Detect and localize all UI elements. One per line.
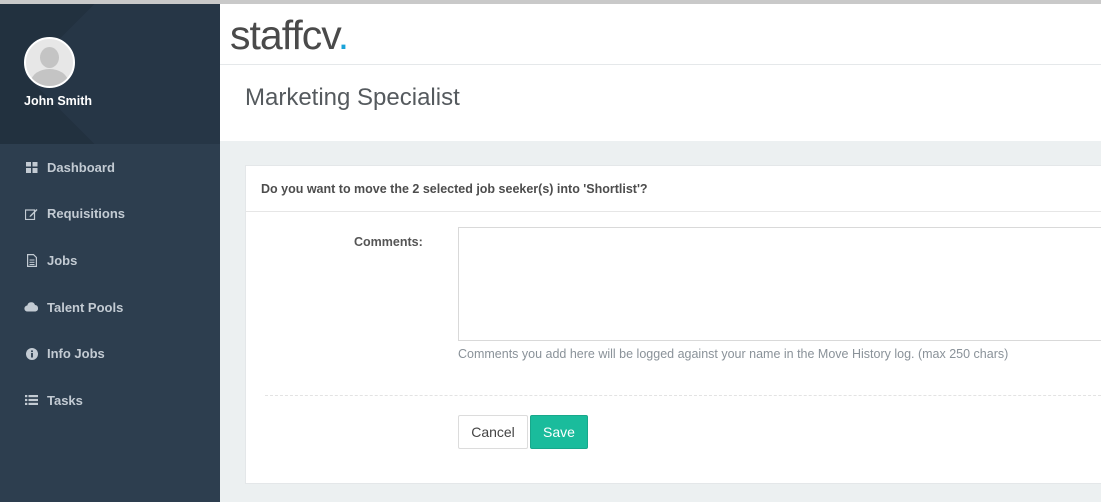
document-icon: [24, 253, 39, 267]
sidebar-item-dashboard[interactable]: Dashboard: [0, 144, 220, 191]
form-divider: [265, 395, 1101, 396]
sidebar-nav: Dashboard Requisitions Jobs Talent Pools…: [0, 144, 220, 424]
sidebar-item-jobs[interactable]: Jobs: [0, 237, 220, 284]
sidebar-item-label: Info Jobs: [47, 346, 105, 362]
panel-question: Do you want to move the 2 selected job s…: [246, 166, 1101, 212]
sidebar-item-label: Talent Pools: [47, 299, 124, 315]
sidebar-item-label: Dashboard: [47, 159, 115, 175]
comments-help-text: Comments you add here will be logged aga…: [458, 347, 1009, 361]
page-title: Marketing Specialist: [245, 84, 460, 111]
sidebar-item-requisitions[interactable]: Requisitions: [0, 191, 220, 238]
sidebar-item-label: Tasks: [47, 392, 83, 408]
sidebar-item-info-jobs[interactable]: Info Jobs: [0, 330, 220, 377]
cancel-button[interactable]: Cancel: [458, 415, 528, 449]
sidebar-item-label: Jobs: [47, 252, 78, 268]
profile-area: John Smith: [0, 4, 220, 144]
sidebar-item-talent-pools[interactable]: Talent Pools: [0, 284, 220, 331]
cloud-icon: [24, 300, 39, 314]
page-header: Marketing Specialist: [220, 65, 1101, 141]
list-icon: [24, 393, 39, 407]
sidebar-item-label: Requisitions: [47, 206, 126, 222]
move-candidates-panel: Do you want to move the 2 selected job s…: [245, 165, 1101, 484]
staffcv-logo[interactable]: staffcv.: [230, 12, 349, 59]
save-button[interactable]: Save: [530, 415, 588, 449]
top-header: staffcv.: [220, 4, 1101, 65]
comments-textarea[interactable]: [458, 227, 1101, 341]
comments-label: Comments:: [354, 235, 423, 249]
dashboard-icon: [24, 160, 39, 174]
info-icon: [24, 347, 39, 361]
avatar[interactable]: [24, 37, 75, 88]
edit-icon: [24, 207, 39, 221]
sidebar-item-tasks[interactable]: Tasks: [0, 377, 220, 424]
sidebar: John Smith Dashboard Requisitions Jobs T…: [0, 4, 220, 502]
user-name[interactable]: John Smith: [24, 94, 92, 108]
